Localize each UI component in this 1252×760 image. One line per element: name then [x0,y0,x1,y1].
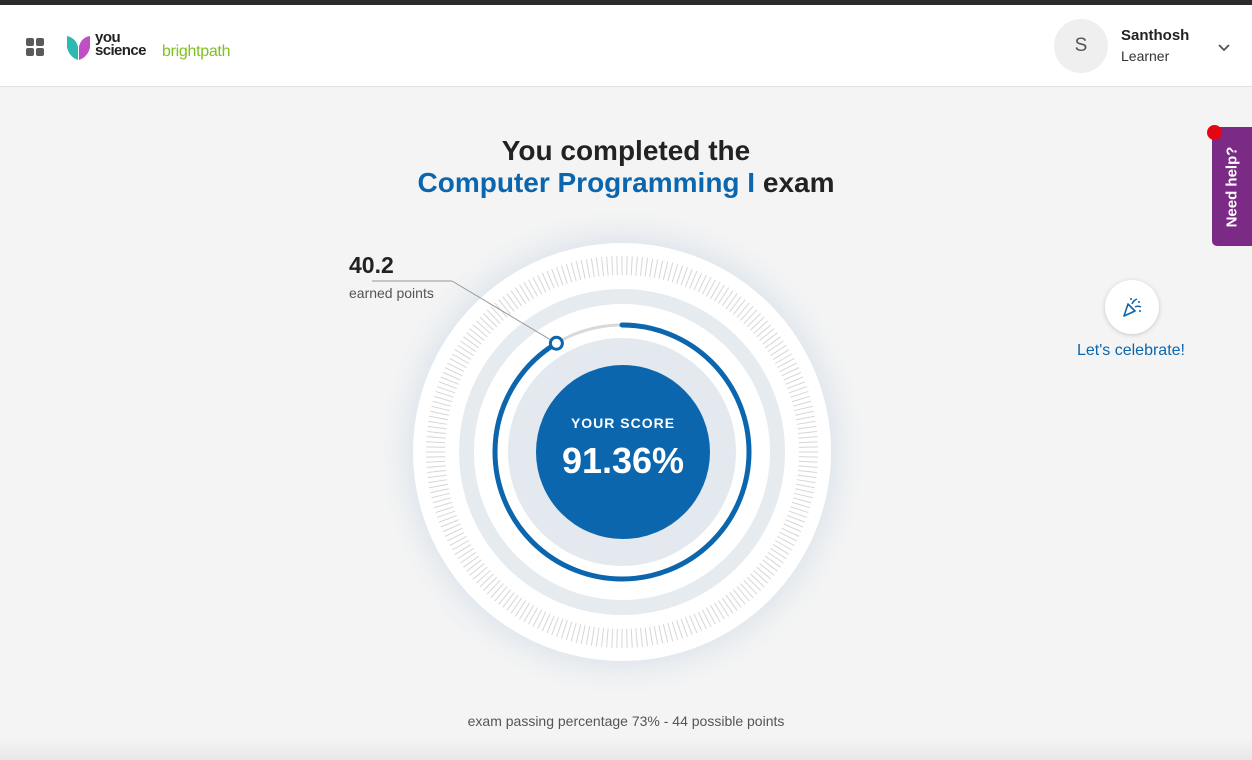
score-value: 91.36% [561,440,685,481]
page-title-line-1: You completed the [501,135,751,166]
chevron-down-icon[interactable] [1216,39,1232,55]
party-popper-icon [1123,298,1142,317]
title-suffix: exam [755,167,835,198]
user-role: Learner [1121,48,1170,64]
avatar[interactable]: S [1054,19,1108,73]
logo-science: science [95,42,146,59]
celebrate-link[interactable]: Let's celebrate! [1066,342,1196,360]
course-name: Computer Programming I [417,167,756,198]
celebrate-button[interactable] [1105,280,1159,334]
earned-points-label: earned points [349,285,434,301]
gauge-progress-marker [548,335,564,351]
logo-brightpath: brightpath [162,43,231,60]
user-name[interactable]: Santhosh [1121,27,1189,44]
score-circle: YOUR SCORE 91.36% [536,365,710,539]
earned-points-value: 40.2 [349,252,394,278]
score-label: YOUR SCORE [570,415,676,431]
page-title-line-2: Computer Programming I exam [0,167,1252,199]
apps-grid-icon[interactable] [26,38,44,56]
passing-percentage-note: exam passing percentage 73% - 44 possibl… [467,713,785,729]
logo[interactable]: you science brightpath [66,29,246,67]
header: you science brightpath S Santhosh Learne… [0,5,1252,87]
youscience-logo-icon [67,36,90,60]
bottom-edge [0,738,1252,760]
